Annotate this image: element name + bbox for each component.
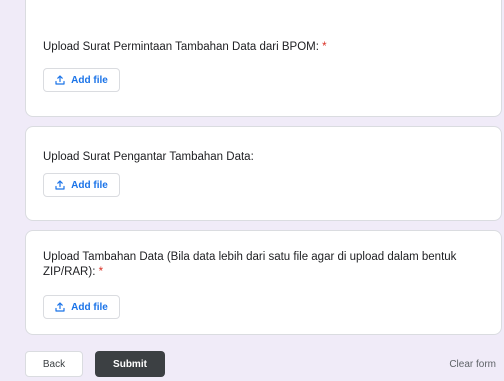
submit-button[interactable]: Submit [95,351,165,377]
upload-icon [55,75,65,85]
question-title: Upload Tambahan Data (Bila data lebih da… [43,250,483,280]
add-file-label: Add file [71,74,108,86]
add-file-label: Add file [71,179,108,191]
question-label: Upload Tambahan Data (Bila data lebih da… [43,251,457,278]
question-card-tambahan-data: Upload Tambahan Data (Bila data lebih da… [25,230,502,335]
back-button[interactable]: Back [25,351,83,377]
upload-icon [55,302,65,312]
clear-form-button[interactable]: Clear form [449,351,496,377]
question-label: Upload Surat Permintaan Tambahan Data da… [43,41,319,53]
add-file-button[interactable]: Add file [43,173,120,197]
question-card-pengantar: Upload Surat Pengantar Tambahan Data: Ad… [25,126,502,221]
question-title: Upload Surat Permintaan Tambahan Data da… [43,40,483,55]
question-card-permintaan: Upload Surat Permintaan Tambahan Data da… [25,0,502,117]
add-file-label: Add file [71,301,108,313]
add-file-button[interactable]: Add file [43,295,120,319]
question-title: Upload Surat Pengantar Tambahan Data: [43,150,483,165]
required-asterisk: * [322,41,327,53]
question-label: Upload Surat Pengantar Tambahan Data: [43,151,254,163]
upload-icon [55,180,65,190]
add-file-button[interactable]: Add file [43,68,120,92]
required-asterisk: * [98,266,104,278]
